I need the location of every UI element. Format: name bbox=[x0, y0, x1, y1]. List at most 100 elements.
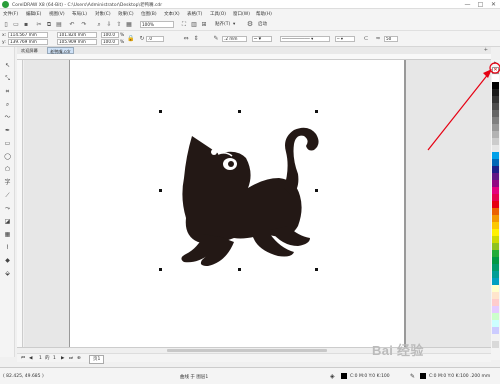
menu-window[interactable]: 窗口(W) bbox=[233, 11, 250, 17]
zoom-tool-icon[interactable]: ⌕ bbox=[3, 101, 12, 109]
height-field[interactable]: 105.909 mm bbox=[57, 39, 97, 45]
add-page-icon[interactable]: ⊕ bbox=[77, 355, 81, 362]
selection-handle-bottom-right[interactable] bbox=[315, 268, 318, 271]
freehand-tool-icon[interactable]: 〜 bbox=[3, 114, 12, 122]
snap-to-label[interactable]: 贴齐(T) bbox=[215, 21, 230, 28]
color-swatch[interactable] bbox=[492, 124, 499, 131]
last-page-icon[interactable]: ⏭ bbox=[69, 355, 73, 362]
pick-tool-icon[interactable]: ↖ bbox=[3, 62, 12, 70]
end-arrow-select[interactable]: ─ ▾ bbox=[335, 36, 355, 42]
color-swatch[interactable] bbox=[492, 243, 499, 250]
copy-icon[interactable]: ⧉ bbox=[45, 21, 53, 28]
color-swatch[interactable] bbox=[492, 236, 499, 243]
rectangle-tool-icon[interactable]: ▭ bbox=[3, 140, 12, 148]
open-icon[interactable]: ▭ bbox=[12, 21, 20, 28]
launch-button[interactable]: 启动 bbox=[258, 21, 267, 28]
save-icon[interactable]: ▪ bbox=[22, 21, 30, 28]
smoothing-field[interactable]: 50 bbox=[384, 36, 398, 42]
scale-width-field[interactable]: 100.0 bbox=[101, 32, 119, 38]
color-swatch[interactable] bbox=[492, 110, 499, 117]
full-screen-icon[interactable]: ⛶ bbox=[180, 21, 188, 28]
snap-to-dropdown-icon[interactable]: ▾ bbox=[233, 21, 235, 28]
eyedropper-icon[interactable]: ⌇ bbox=[3, 244, 12, 252]
smart-fill-icon[interactable]: ⬙ bbox=[3, 270, 12, 278]
menu-text[interactable]: 文本(X) bbox=[164, 11, 180, 17]
menu-bitmaps[interactable]: 位图(B) bbox=[141, 11, 157, 17]
color-swatch[interactable] bbox=[492, 117, 499, 124]
color-swatch[interactable] bbox=[492, 327, 499, 334]
color-swatch[interactable] bbox=[492, 229, 499, 236]
color-swatch[interactable] bbox=[492, 278, 499, 285]
mirror-vertical-icon[interactable]: ⇕ bbox=[192, 35, 200, 42]
color-swatch[interactable] bbox=[492, 159, 499, 166]
color-swatch[interactable] bbox=[492, 222, 499, 229]
color-swatch[interactable] bbox=[492, 257, 499, 264]
search-content-icon[interactable]: ⌕ bbox=[95, 21, 103, 28]
import-icon[interactable]: ⇩ bbox=[105, 21, 113, 28]
x-position-field[interactable]: 114.567 mm bbox=[8, 32, 48, 38]
menu-tools[interactable]: 工具(O) bbox=[210, 11, 226, 17]
y-position-field[interactable]: 139.769 mm bbox=[8, 39, 48, 45]
color-swatch[interactable] bbox=[492, 341, 499, 348]
vertical-ruler[interactable] bbox=[17, 60, 23, 347]
drop-shadow-icon[interactable]: ◪ bbox=[3, 218, 12, 226]
shape-tool-icon[interactable]: ⤡ bbox=[3, 75, 12, 83]
width-field[interactable]: 101.824 mm bbox=[57, 32, 97, 38]
interactive-fill-icon[interactable]: ◆ bbox=[3, 257, 12, 265]
zoom-level-select[interactable]: 100% bbox=[140, 21, 174, 28]
color-swatch[interactable] bbox=[492, 180, 499, 187]
next-page-icon[interactable]: ▶ bbox=[61, 355, 64, 362]
color-swatch[interactable] bbox=[492, 271, 499, 278]
start-arrow-select[interactable]: ─ ▾ bbox=[252, 36, 272, 42]
menu-object[interactable]: 对象(C) bbox=[95, 11, 111, 17]
menu-table[interactable]: 表格(T) bbox=[187, 11, 202, 17]
color-swatch[interactable] bbox=[492, 96, 499, 103]
cat-illustration[interactable] bbox=[174, 118, 324, 268]
no-color-swatch[interactable]: ✕ bbox=[492, 67, 499, 74]
maximize-button[interactable]: □ bbox=[474, 0, 487, 9]
color-swatch[interactable] bbox=[492, 145, 499, 152]
selection-handle-top-left[interactable] bbox=[159, 110, 162, 113]
parallel-dimension-icon[interactable]: ⟋ bbox=[3, 192, 12, 200]
color-swatch[interactable] bbox=[492, 152, 499, 159]
color-swatch[interactable] bbox=[492, 201, 499, 208]
tab-welcome[interactable]: 欢迎屏幕 bbox=[19, 47, 40, 54]
menu-edit[interactable]: 编辑(E) bbox=[26, 11, 41, 17]
publish-pdf-icon[interactable]: ▦ bbox=[125, 21, 133, 28]
selection-handle-top-right[interactable] bbox=[315, 110, 318, 113]
cut-icon[interactable]: ✂ bbox=[35, 21, 43, 28]
selection-handle-top[interactable] bbox=[238, 110, 241, 113]
menu-help[interactable]: 帮助(H) bbox=[256, 11, 272, 17]
minimize-button[interactable]: — bbox=[461, 0, 474, 9]
menu-file[interactable]: 文件(F) bbox=[3, 11, 18, 17]
transparency-icon[interactable]: ▦ bbox=[3, 231, 12, 239]
undo-icon[interactable]: ↶ bbox=[68, 21, 76, 28]
artistic-media-icon[interactable]: ✒ bbox=[3, 127, 12, 135]
close-button[interactable]: ✕ bbox=[487, 0, 500, 9]
tab-document[interactable]: 老鸭嘴.cdr bbox=[47, 47, 74, 54]
ellipse-tool-icon[interactable]: ◯ bbox=[3, 153, 12, 161]
color-swatch[interactable] bbox=[492, 166, 499, 173]
color-swatch[interactable] bbox=[492, 194, 499, 201]
rulers-icon[interactable]: ▥ bbox=[190, 21, 198, 28]
polygon-tool-icon[interactable]: ⬠ bbox=[3, 166, 12, 174]
export-icon[interactable]: ⇧ bbox=[115, 21, 123, 28]
outline-color-swatch[interactable] bbox=[420, 373, 426, 379]
menu-effects[interactable]: 效果(C) bbox=[118, 11, 134, 17]
rotation-field[interactable]: .0 bbox=[146, 36, 164, 42]
selection-handle-bottom[interactable] bbox=[238, 268, 241, 271]
color-swatch[interactable] bbox=[492, 250, 499, 257]
color-swatch[interactable] bbox=[492, 306, 499, 313]
text-tool-icon[interactable]: 字 bbox=[3, 179, 12, 187]
mirror-horizontal-icon[interactable]: ⇔ bbox=[182, 35, 190, 42]
drawing-canvas[interactable] bbox=[24, 60, 491, 347]
close-curve-icon[interactable]: ⊂ bbox=[362, 35, 370, 42]
outline-width-select[interactable]: .2 mm bbox=[222, 36, 247, 42]
add-tab-icon[interactable]: + bbox=[484, 47, 488, 54]
color-swatch[interactable] bbox=[492, 75, 499, 82]
color-swatch[interactable] bbox=[492, 264, 499, 271]
color-swatch[interactable] bbox=[492, 82, 499, 89]
fill-color-swatch[interactable] bbox=[341, 373, 347, 379]
color-swatch[interactable] bbox=[492, 89, 499, 96]
color-swatch[interactable] bbox=[492, 299, 499, 306]
